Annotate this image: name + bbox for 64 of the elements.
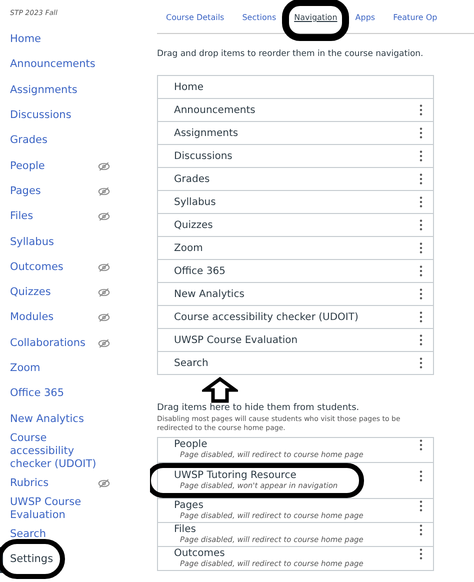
- settings-tab[interactable]: Feature Op: [393, 13, 438, 22]
- more-options-icon[interactable]: [419, 311, 423, 323]
- nav-item-label[interactable]: Office 365: [174, 266, 226, 276]
- more-options-icon[interactable]: [419, 500, 423, 512]
- more-options-icon[interactable]: [419, 104, 423, 116]
- nav-item-label[interactable]: Files: [174, 524, 364, 535]
- more-options-icon[interactable]: [419, 548, 423, 560]
- nav-item-label[interactable]: People: [174, 439, 364, 450]
- sidebar-link[interactable]: Office 365: [10, 387, 64, 400]
- more-options-icon[interactable]: [419, 196, 423, 208]
- sidebar-link[interactable]: New Analytics: [10, 412, 84, 426]
- settings-tab[interactable]: Sections: [242, 13, 276, 22]
- more-options-icon[interactable]: [419, 127, 423, 139]
- nav-item-label[interactable]: Syllabus: [174, 196, 216, 208]
- sidebar-link[interactable]: Syllabus: [10, 236, 54, 249]
- more-options-icon[interactable]: [419, 288, 423, 300]
- more-options-icon[interactable]: [419, 470, 423, 482]
- nav-item-label[interactable]: Search: [174, 358, 208, 368]
- nav-item-label[interactable]: Course accessibility checker (UDOIT): [174, 312, 358, 322]
- sidebar-link[interactable]: Files: [10, 210, 34, 224]
- more-options-icon[interactable]: [419, 265, 423, 277]
- sidebar-link[interactable]: Announcements: [10, 58, 96, 72]
- nav-item-label[interactable]: Announcements: [174, 104, 256, 116]
- sidebar-link[interactable]: Discussions: [10, 109, 72, 122]
- sidebar-link[interactable]: Assignments: [10, 84, 78, 97]
- hidden-section-heading: Drag items here to hide them from students.: [157, 403, 360, 413]
- sidebar-link[interactable]: Search: [10, 528, 46, 542]
- more-options-icon[interactable]: [419, 150, 423, 162]
- sidebar-link[interactable]: People: [10, 160, 45, 173]
- settings-tab[interactable]: Course Details: [166, 13, 224, 22]
- sidebar-link[interactable]: Modules: [10, 311, 54, 324]
- more-options-icon[interactable]: [419, 439, 423, 451]
- sidebar-link[interactable]: Settings: [10, 553, 54, 566]
- nav-item-label[interactable]: Home: [174, 82, 204, 92]
- sidebar-link[interactable]: Zoom: [10, 362, 40, 375]
- sidebar-link[interactable]: Outcomes: [10, 260, 64, 274]
- annotation-arrow: [202, 377, 238, 403]
- sidebar-link[interactable]: Home: [10, 33, 42, 46]
- nav-item-label[interactable]: UWSP Course Evaluation: [174, 334, 298, 346]
- instructions-text: Drag and drop items to reorder them in the course navigation.: [157, 49, 424, 59]
- more-options-icon[interactable]: [419, 357, 423, 369]
- nav-item-label[interactable]: Assignments: [174, 128, 238, 138]
- more-options-icon[interactable]: [419, 524, 423, 536]
- settings-tab[interactable]: Navigation: [294, 13, 338, 22]
- sidebar-link[interactable]: Rubrics: [10, 476, 49, 490]
- nav-item-label[interactable]: Grades: [174, 174, 210, 184]
- nav-item-label[interactable]: Zoom: [174, 242, 203, 254]
- nav-item-label[interactable]: Quizzes: [174, 220, 213, 230]
- nav-item-label[interactable]: Discussions: [174, 150, 232, 162]
- nav-item-label[interactable]: Pages: [174, 500, 364, 511]
- nav-item-label[interactable]: New Analytics: [174, 288, 244, 300]
- nav-item-label[interactable]: UWSP Tutoring Resource: [174, 470, 338, 481]
- nav-item-label[interactable]: Outcomes: [174, 548, 364, 559]
- sidebar-link[interactable]: UWSP Course Evaluation: [10, 496, 110, 522]
- sidebar-link[interactable]: Grades: [10, 134, 48, 148]
- more-options-icon[interactable]: [419, 242, 423, 254]
- more-options-icon[interactable]: [419, 173, 423, 185]
- more-options-icon[interactable]: [419, 334, 423, 346]
- sidebar-link[interactable]: Quizzes: [10, 286, 51, 300]
- more-options-icon[interactable]: [419, 219, 423, 231]
- settings-tab[interactable]: Apps: [355, 13, 376, 22]
- sidebar-link[interactable]: Collaborations: [10, 336, 86, 350]
- sidebar-link[interactable]: Course accessibility checker (UDOIT): [10, 432, 110, 471]
- sidebar-link[interactable]: Pages: [10, 184, 41, 198]
